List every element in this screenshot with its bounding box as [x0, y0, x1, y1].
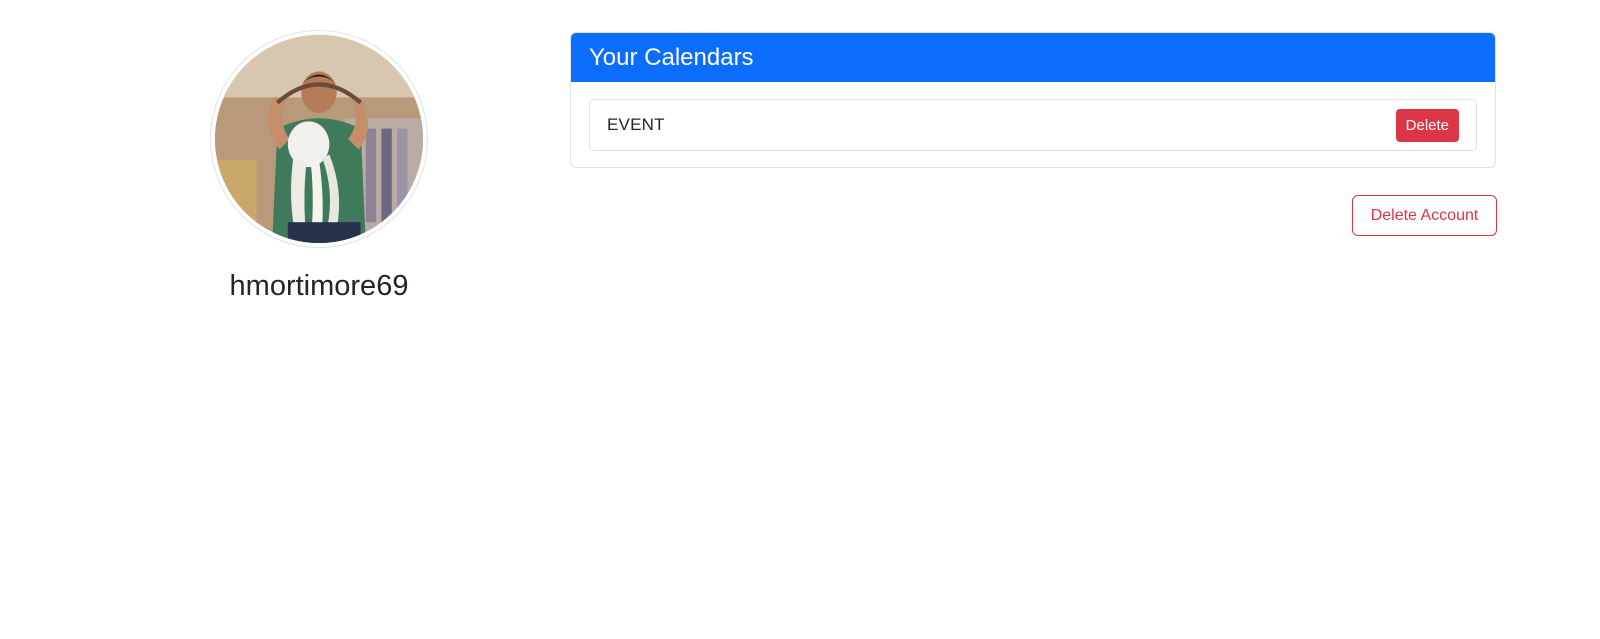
calendar-name: EVENT — [607, 115, 665, 134]
calendar-list-item[interactable]: EVENT Delete — [589, 99, 1477, 151]
calendars-list: EVENT Delete — [571, 82, 1495, 167]
avatar-photo — [215, 35, 423, 243]
calendars-header: Your Calendars — [571, 33, 1495, 82]
delete-account-button[interactable]: Delete Account — [1352, 195, 1497, 236]
delete-calendar-button[interactable]: Delete — [1395, 108, 1459, 142]
profile-column: hmortimore69 — [210, 31, 428, 303]
username: hmortimore69 — [229, 270, 409, 302]
avatar — [211, 31, 427, 247]
profile-page: hmortimore69 Your Calendars EVENT Delete… — [0, 0, 1600, 639]
calendars-card: Your Calendars EVENT Delete — [570, 32, 1496, 168]
